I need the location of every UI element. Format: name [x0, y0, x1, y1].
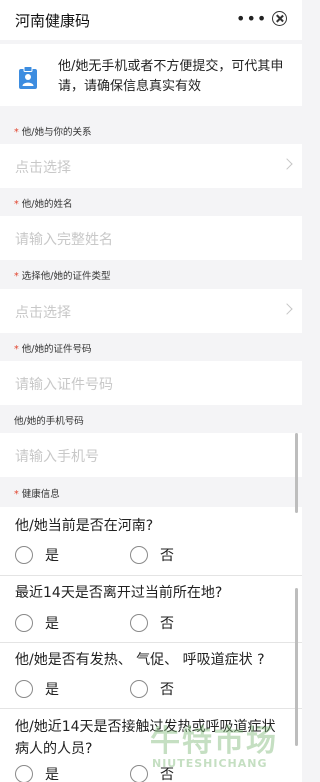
- radio-button[interactable]: [15, 546, 33, 564]
- radio-button[interactable]: [15, 680, 33, 698]
- id-type-select[interactable]: 点击选择: [0, 289, 302, 333]
- title-bar: 河南健康码 •••: [0, 0, 302, 40]
- question-text: 他/她当前是否在河南?: [15, 518, 154, 534]
- page-title: 河南健康码: [15, 12, 91, 30]
- notice-text: 他/她无手机或者不方便提交，可代其申请，请确保信息真实有效: [58, 59, 284, 94]
- radio-button[interactable]: [15, 765, 33, 782]
- watermark-text: 牛特市场: [150, 724, 278, 759]
- id-number-label: * 他/她的证件号码: [14, 344, 92, 355]
- id-number-input[interactable]: 请输入证件号码: [0, 361, 302, 405]
- name-placeholder: 请输入完整姓名: [15, 232, 113, 248]
- more-dots-icon[interactable]: •••: [236, 9, 266, 29]
- option-yes[interactable]: 是: [15, 545, 59, 565]
- required-mark: *: [14, 271, 19, 282]
- proxy-notice: 他/她无手机或者不方便提交，可代其申请，请确保信息真实有效: [0, 44, 302, 106]
- clipboard-user-icon: [19, 66, 37, 89]
- option-no[interactable]: 否: [130, 679, 174, 699]
- option-yes[interactable]: 是: [15, 764, 59, 782]
- name-label: * 他/她的姓名: [14, 199, 73, 210]
- chevron-right-icon: [281, 303, 293, 315]
- option-yes[interactable]: 是: [15, 613, 59, 633]
- required-mark: *: [14, 344, 19, 355]
- question-3: 他/她是否有发热、 气促、 呼吸道症状 ? 是 否: [0, 643, 302, 708]
- question-1: 他/她当前是否在河南? 是 否: [0, 507, 302, 575]
- watermark: 牛特市场 NIUTESHICHANG: [150, 716, 300, 778]
- phone-placeholder: 请输入手机号: [15, 449, 99, 465]
- phone-label: 他/她的手机号码: [14, 416, 84, 427]
- radio-button[interactable]: [130, 765, 148, 782]
- question-text: 他/她是否有发热、 气促、 呼吸道症状 ?: [15, 652, 265, 668]
- question-2: 最近14天是否离开过当前所在地? 是 否: [0, 576, 302, 642]
- scrollbar[interactable]: [295, 433, 298, 513]
- question-text: 最近14天是否离开过当前所在地?: [15, 585, 223, 601]
- radio-button[interactable]: [130, 546, 148, 564]
- id-number-placeholder: 请输入证件号码: [15, 377, 113, 393]
- relation-label: * 他/她与你的关系: [14, 127, 92, 138]
- chevron-right-icon: [281, 158, 293, 170]
- id-type-label: * 选择他/她的证件类型: [14, 271, 111, 282]
- required-mark: *: [14, 127, 19, 138]
- relation-placeholder: 点击选择: [15, 160, 71, 176]
- radio-button[interactable]: [130, 614, 148, 632]
- radio-button[interactable]: [15, 614, 33, 632]
- close-circle-icon[interactable]: [272, 11, 287, 26]
- required-mark: *: [14, 199, 19, 210]
- id-type-placeholder: 点击选择: [15, 305, 71, 321]
- option-no[interactable]: 否: [130, 613, 174, 633]
- option-no[interactable]: 否: [130, 545, 174, 565]
- health-section-label: * 健康信息: [14, 489, 60, 500]
- phone-input[interactable]: 请输入手机号: [0, 433, 302, 477]
- radio-button[interactable]: [130, 680, 148, 698]
- option-yes[interactable]: 是: [15, 679, 59, 699]
- name-input[interactable]: 请输入完整姓名: [0, 216, 302, 260]
- watermark-subtext: NIUTESHICHANG: [152, 757, 268, 770]
- relation-select[interactable]: 点击选择: [0, 144, 302, 188]
- required-mark: *: [14, 489, 19, 500]
